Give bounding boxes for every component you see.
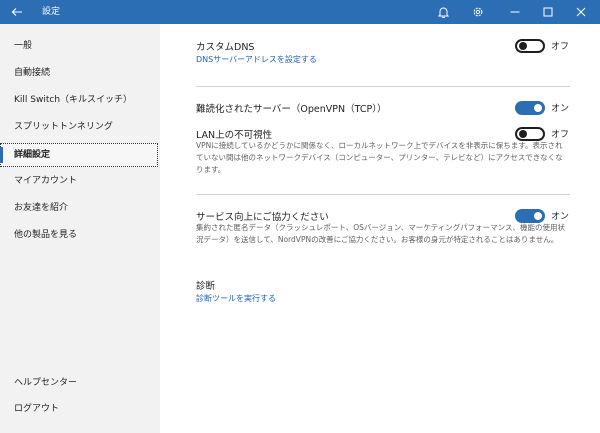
close-button[interactable] (574, 0, 588, 24)
sidebar-item-label: Kill Switch（キルスイッチ） (14, 95, 133, 105)
analytics-toggle-state: オン (551, 212, 570, 222)
maximize-button[interactable] (541, 0, 555, 24)
sidebar-item-label: スプリットトンネリング (14, 122, 113, 132)
run-diagnostics-link[interactable]: 診断ツールを実行する (196, 293, 276, 304)
sidebar-item-label: 他の製品を見る (14, 230, 78, 240)
title-bar: 設定 (0, 0, 600, 24)
advanced-settings-panel: カスタムDNS DNSサーバーアドレスを設定する オフ 難読化されたサーバー（O… (160, 24, 600, 433)
sidebar-item-help-center[interactable]: ヘルプセンター (0, 371, 158, 395)
sidebar-item-my-account[interactable]: マイアカウント (0, 169, 158, 193)
lan-invisibility-toggle[interactable] (515, 127, 545, 141)
diagnostics-title: 診断 (196, 281, 216, 292)
sidebar-item-kill-switch[interactable]: Kill Switch（キルスイッチ） (0, 88, 158, 112)
custom-dns-toggle-state: オフ (551, 42, 570, 52)
sidebar-item-label: 自動接続 (14, 68, 51, 78)
lan-invisibility-title: LAN上の不可視性 (196, 130, 273, 141)
divider (196, 86, 570, 87)
sidebar-item-label: お友達を紹介 (14, 203, 69, 213)
sidebar-item-label: マイアカウント (14, 176, 78, 186)
sidebar-item-split-tunneling[interactable]: スプリットトンネリング (0, 115, 158, 139)
custom-dns-title: カスタムDNS (196, 42, 255, 53)
sidebar-item-refer-friend[interactable]: お友達を紹介 (0, 196, 158, 220)
obfuscated-servers-toggle-state: オン (551, 104, 570, 114)
toggle-knob (519, 130, 527, 138)
sidebar-item-general[interactable]: 一般 (0, 34, 158, 58)
lan-invisibility-description: VPNに接続しているかどうかに関係なく、ローカルネットワーク上でデバイスを非表示… (196, 141, 563, 174)
notifications-button[interactable] (436, 0, 450, 24)
bell-icon (437, 7, 449, 18)
close-icon (576, 7, 586, 17)
custom-dns-toggle[interactable] (515, 39, 545, 53)
sidebar-item-other-products[interactable]: 他の製品を見る (0, 223, 158, 247)
back-arrow-icon (11, 8, 22, 16)
minimize-button[interactable] (508, 0, 522, 24)
toggle-knob (534, 212, 542, 220)
toggle-knob (534, 104, 542, 112)
sidebar: 一般 自動接続 Kill Switch（キルスイッチ） スプリットトンネリング … (0, 24, 160, 433)
sidebar-item-logout[interactable]: ログアウト (0, 397, 158, 421)
sidebar-item-label: ログアウト (14, 404, 60, 414)
set-dns-link[interactable]: DNSサーバーアドレスを設定する (196, 54, 317, 65)
settings-button[interactable] (471, 0, 485, 24)
analytics-description: 集約された匿名データ（クラッシュレポート、OSバージョン、マーケティングパフォー… (196, 223, 566, 244)
analytics-title: サービス向上にご協力ください (196, 212, 329, 223)
analytics-toggle[interactable] (515, 209, 545, 223)
lan-invisibility-toggle-state: オフ (551, 130, 570, 140)
divider (196, 194, 570, 195)
sidebar-item-label: 詳細設定 (14, 150, 51, 160)
sidebar-item-auto-connect[interactable]: 自動接続 (0, 61, 158, 85)
back-button[interactable] (0, 0, 34, 24)
sidebar-item-label: ヘルプセンター (14, 378, 78, 388)
obfuscated-servers-title: 難読化されたサーバー（OpenVPN（TCP）） (196, 104, 387, 115)
minimize-icon (510, 11, 520, 13)
maximize-icon (543, 7, 553, 17)
window-title: 設定 (42, 7, 61, 17)
gear-icon (473, 7, 483, 17)
toggle-knob (519, 42, 527, 50)
sidebar-item-advanced[interactable]: 詳細設定 (0, 143, 158, 167)
obfuscated-servers-toggle[interactable] (515, 101, 545, 115)
sidebar-item-label: 一般 (14, 41, 33, 51)
